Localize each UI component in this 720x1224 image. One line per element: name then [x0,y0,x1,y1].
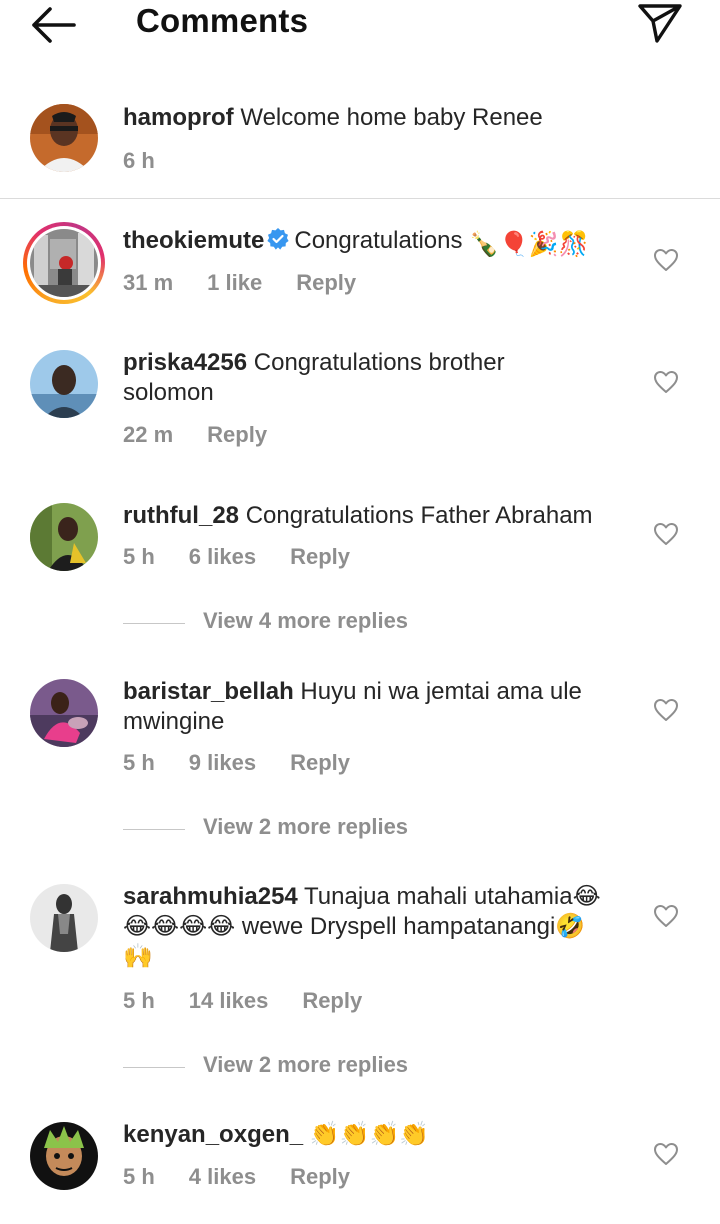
comment-content: ruthful_28 Congratulations Father Abraha… [123,501,643,531]
view-replies-label: View 2 more replies [203,1052,409,1077]
timestamp: 5 h [123,1164,155,1189]
comment-content: sarahmuhia254 Tunajua mahali utahamia😂 😂… [123,882,643,972]
avatar[interactable] [30,1122,98,1190]
comment-text: mwingine [123,708,225,735]
page-title: Comments [136,2,309,39]
comment-text: Huyu ni wa jemtai ama ule [300,678,582,705]
comment-meta: 5 h 6 likes Reply [123,544,384,570]
heart-outline-icon[interactable] [653,370,679,394]
username[interactable]: priska4256 [123,349,247,376]
comment-meta: 31 m 1 like Reply [123,270,390,296]
timestamp: 31 m [123,270,174,295]
heart-outline-icon[interactable] [653,1142,679,1166]
reply-button[interactable]: Reply [290,544,350,570]
avatar[interactable] [30,679,98,747]
like-count[interactable]: 9 likes [189,750,256,776]
like-count[interactable]: 1 like [207,270,262,296]
top-bar: Comments [0,0,720,48]
comment-text: Tunajua mahali utahamia😂 [304,883,601,910]
verified-badge-icon [267,228,289,250]
heart-outline-icon[interactable] [653,698,679,722]
reply-button[interactable]: Reply [290,750,350,776]
comment-meta: 5 h 9 likes Reply [123,750,384,776]
caption-meta: 6 h [123,148,189,174]
comment-text: Congratulations Father Abraham [245,502,593,529]
avatar [30,229,98,297]
timestamp: 22 m [123,422,174,447]
heart-outline-icon[interactable] [653,904,679,928]
comment-text: solomon [123,379,214,406]
caption-text: hamoprof Welcome home baby Renee [123,103,643,133]
like-count[interactable]: 6 likes [189,544,256,570]
comment-content: baristar_bellah Huyu ni wa jemtai ama ul… [123,677,643,737]
share-button[interactable] [636,1,684,45]
comment-content: priska4256 Congratulations brother solom… [123,348,643,408]
paper-plane-icon [638,4,682,43]
comment-text: Welcome home baby Renee [240,104,543,131]
comment-text: Congratulations [294,227,463,254]
comment-content: kenyan_oxgen_ 👏👏👏👏 [123,1120,643,1150]
username[interactable]: kenyan_oxgen_ [123,1121,303,1148]
comment-text: 😂😂😂😂 wewe Dryspell hampatanangi🤣 [123,913,586,940]
timestamp: 6 h [123,148,155,173]
reply-button[interactable]: Reply [290,1164,350,1190]
avatar[interactable] [30,104,98,172]
comment-meta: 22 m Reply [123,422,301,448]
comments-screen: Comments hamoprof Welcome home baby Rene… [0,0,720,1224]
replies-line [123,623,185,624]
view-replies-label: View 2 more replies [203,814,409,839]
view-replies-label: View 4 more replies [203,608,409,633]
comment-text: 🙌 [123,943,153,970]
like-count[interactable]: 4 likes [189,1164,256,1190]
timestamp: 5 h [123,750,155,775]
username[interactable]: sarahmuhia254 [123,883,298,910]
avatar[interactable] [30,350,98,418]
timestamp: 5 h [123,544,155,569]
heart-outline-icon[interactable] [653,522,679,546]
comment-meta: 5 h 4 likes Reply [123,1164,384,1190]
divider [0,198,720,199]
reply-button[interactable]: Reply [302,988,362,1014]
reply-button[interactable]: Reply [207,422,267,448]
timestamp: 5 h [123,988,155,1013]
comment-content: theokiemute Congratulations 🍾🎈🎉🎊 [123,226,643,260]
post-caption: hamoprof Welcome home baby Renee 6 h [0,100,720,198]
like-count[interactable]: 14 likes [189,988,269,1014]
replies-line [123,1067,185,1068]
back-button[interactable] [26,4,78,46]
username[interactable]: hamoprof [123,104,234,131]
story-ring[interactable] [23,222,105,304]
reply-button[interactable]: Reply [296,270,356,296]
username[interactable]: theokiemute [123,227,264,254]
arrow-left-icon [32,7,76,43]
avatar[interactable] [30,503,98,571]
comment-meta: 5 h 14 likes Reply [123,988,396,1014]
avatar[interactable] [30,884,98,952]
replies-line [123,829,185,830]
comment-text: Congratulations brother [253,349,505,376]
emoji-text: 🍾🎈🎉🎊 [469,231,589,258]
username[interactable]: baristar_bellah [123,678,294,705]
username[interactable]: ruthful_28 [123,502,239,529]
emoji-text: 👏👏👏👏 [309,1121,430,1148]
heart-outline-icon[interactable] [653,248,679,272]
